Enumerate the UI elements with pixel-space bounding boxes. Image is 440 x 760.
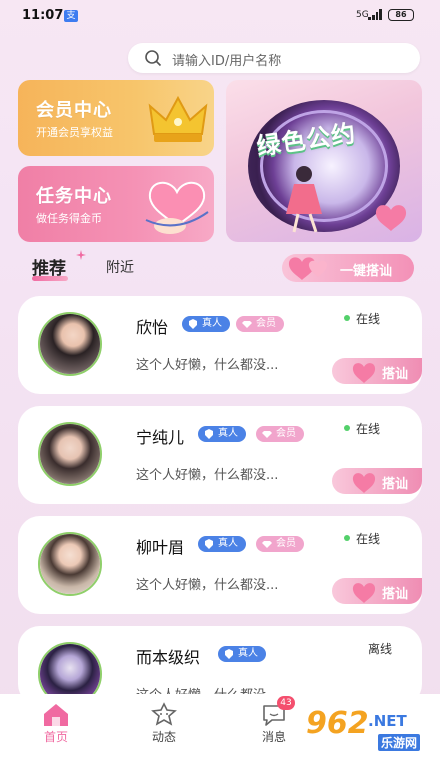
nav-moments[interactable]: 动态	[134, 694, 194, 760]
online-status: 在线	[356, 312, 381, 326]
user-name: 欣怡	[136, 318, 169, 337]
online-dot	[344, 535, 350, 541]
online-status: 在线	[356, 532, 381, 546]
online-status: 在线	[356, 422, 381, 436]
nav-messages-label: 消息	[261, 730, 286, 744]
nav-messages[interactable]: 消息	[244, 694, 304, 760]
diamond-icon	[262, 431, 272, 438]
vip-badge: 会员	[236, 316, 284, 332]
watermark-site: 乐游网	[378, 734, 421, 751]
girl-illustration	[286, 166, 322, 233]
real-person-badge: 真人	[182, 316, 230, 332]
user-card[interactable]: 柳叶眉 真人 会员 在线 这个人好懒，什么都没... 搭讪	[18, 516, 422, 614]
user-name: 而本级织	[136, 648, 201, 667]
online-dot	[344, 315, 350, 321]
unread-count-badge: 43	[277, 696, 295, 710]
task-center-card[interactable]: 任务中心 做任务得金币	[18, 166, 214, 242]
status-bar: 11:07 支 5G 86	[0, 0, 440, 32]
heart-icon	[352, 363, 376, 383]
chat-button[interactable]: 搭讪	[332, 578, 422, 604]
search-input[interactable]: 请输入ID/用户名称	[172, 50, 281, 69]
real-person-badge: 真人	[198, 536, 246, 552]
chat-label: 搭讪	[382, 587, 409, 602]
search-icon	[145, 50, 162, 67]
user-name: 宁纯儿	[136, 428, 185, 447]
tab-active-indicator	[32, 276, 68, 281]
nav-home-label: 首页	[43, 730, 68, 744]
vip-center-title: 会员中心	[36, 100, 112, 121]
chat-button[interactable]: 搭讪	[332, 358, 422, 384]
task-center-subtitle: 做任务得金币	[36, 212, 102, 225]
heart-icon	[352, 583, 376, 603]
signal-icon	[368, 9, 382, 20]
vip-center-subtitle: 开通会员享权益	[36, 126, 113, 139]
vip-badge: 会员	[256, 426, 304, 442]
real-person-badge: 真人	[198, 426, 246, 442]
battery-icon: 86	[388, 9, 414, 21]
tab-nearby[interactable]: 附近	[106, 257, 134, 277]
user-card[interactable]: 欣怡 真人 会员 在线 这个人好懒，什么都没... 搭讪	[18, 296, 422, 394]
online-dot	[344, 425, 350, 431]
moment-icon	[151, 702, 177, 726]
user-name: 柳叶眉	[136, 538, 185, 557]
green-pact-banner[interactable]: 绿色公约	[226, 80, 422, 242]
status-time: 11:07	[22, 8, 64, 23]
user-signature: 这个人好懒，什么都没...	[136, 358, 279, 373]
offline-status: 离线	[368, 642, 393, 656]
app-notification-icon: 支	[64, 10, 78, 22]
crown-icon	[148, 95, 208, 142]
verified-icon	[225, 649, 233, 659]
watermark-number: 962	[306, 706, 369, 741]
one-key-chat-label: 一键搭讪	[340, 264, 393, 279]
search-bar[interactable]: 请输入ID/用户名称	[128, 43, 420, 73]
avatar[interactable]	[38, 312, 102, 376]
nav-moments-label: 动态	[151, 730, 176, 744]
chat-label: 搭讪	[382, 477, 409, 492]
sparkle-icon	[76, 250, 86, 260]
vip-badge: 会员	[256, 536, 304, 552]
one-key-chat-button[interactable]: 一键搭讪	[282, 254, 414, 282]
heart-icon	[352, 473, 376, 493]
chat-button[interactable]: 搭讪	[332, 468, 422, 494]
user-signature: 这个人好懒，什么都没...	[136, 468, 279, 483]
home-icon	[44, 704, 68, 726]
task-center-title: 任务中心	[36, 186, 112, 207]
user-signature: 这个人好懒，什么都没...	[136, 578, 279, 593]
verified-icon	[189, 319, 197, 329]
avatar[interactable]	[38, 532, 102, 596]
heart-hand-icon	[145, 182, 209, 234]
chat-label: 搭讪	[382, 367, 409, 382]
nav-home[interactable]: 首页	[26, 694, 86, 760]
heart-decoration-icon	[375, 205, 407, 231]
diamond-icon	[242, 321, 252, 328]
watermark-suffix: .NET	[368, 712, 407, 730]
diamond-icon	[262, 541, 272, 548]
avatar[interactable]	[38, 422, 102, 486]
verified-icon	[205, 539, 213, 549]
verified-icon	[205, 429, 213, 439]
user-card[interactable]: 宁纯儿 真人 会员 在线 这个人好懒，什么都没... 搭讪	[18, 406, 422, 504]
vip-center-card[interactable]: 会员中心 开通会员享权益	[18, 80, 214, 156]
network-type: 5G	[356, 10, 369, 20]
site-watermark: 962 .NET 乐游网	[300, 704, 440, 756]
real-person-badge: 真人	[218, 646, 266, 662]
double-heart-icon	[288, 257, 328, 280]
